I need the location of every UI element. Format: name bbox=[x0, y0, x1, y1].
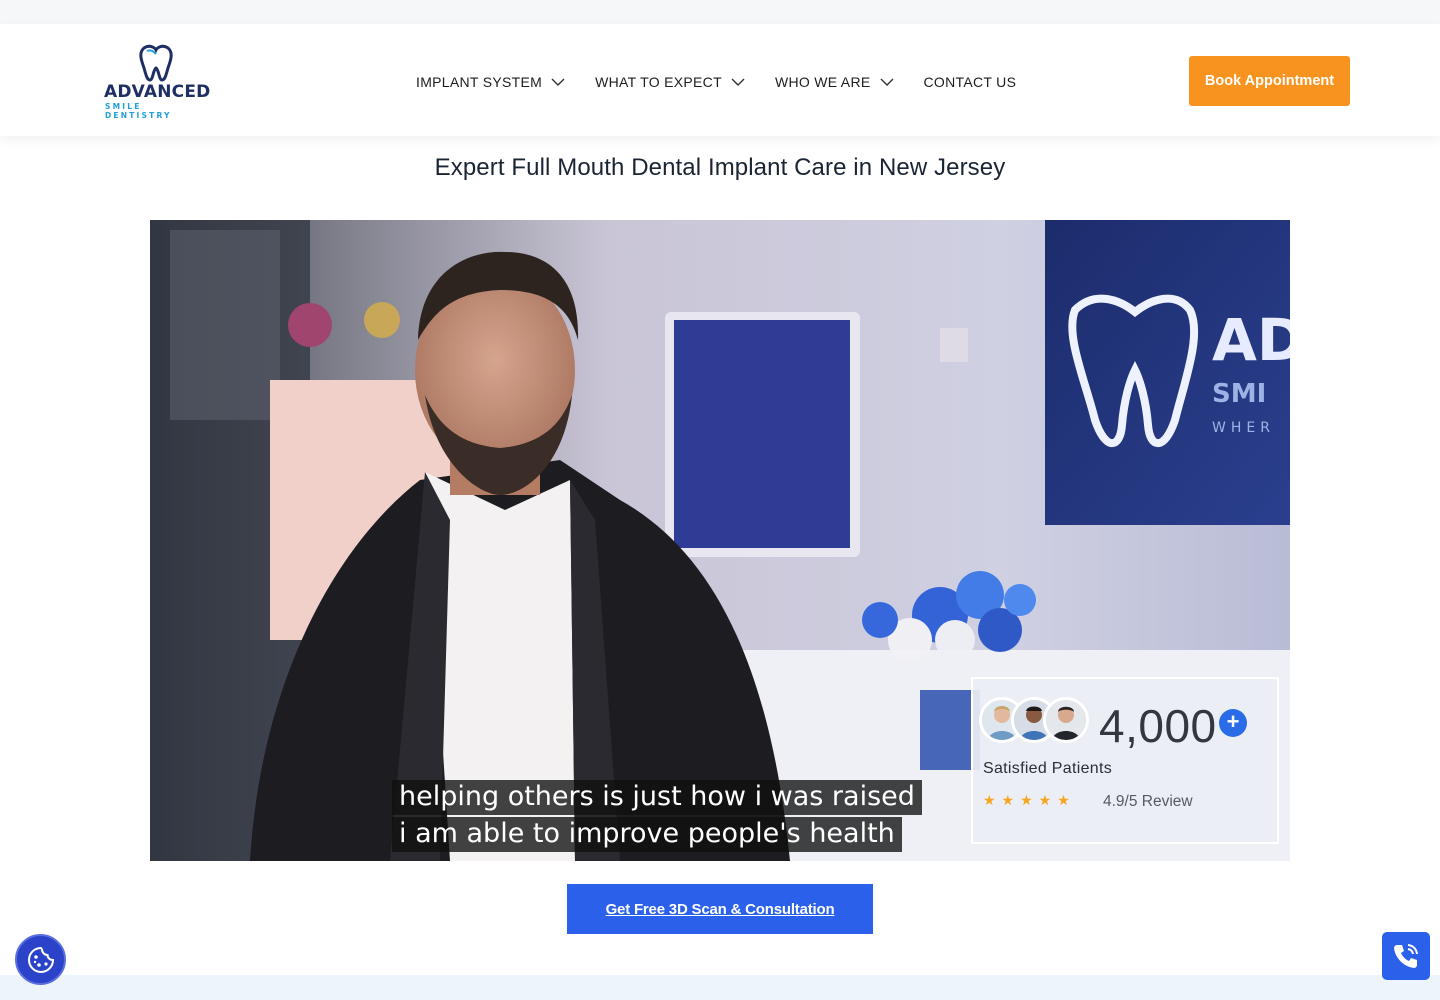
caption-line: helping others is just how i was raised bbox=[392, 780, 922, 815]
site-header: ADVANCED SMILE DENTISTRY IMPLANT SYSTEM … bbox=[0, 24, 1440, 136]
next-section-band bbox=[0, 975, 1440, 1000]
nav-label: CONTACT US bbox=[923, 74, 1017, 90]
top-strip bbox=[0, 0, 1440, 24]
video-player[interactable]: AD SMI WHER helping others is just how i… bbox=[150, 220, 1290, 861]
nav-label: IMPLANT SYSTEM bbox=[416, 74, 543, 90]
phone-call-icon bbox=[1394, 944, 1418, 968]
chevron-down-icon bbox=[551, 78, 565, 86]
patients-stats-card: 4,000 + Satisfied Patients ★★★★★ 4.9/5 R… bbox=[971, 677, 1279, 844]
free-consultation-button[interactable]: Get Free 3D Scan & Consultation bbox=[567, 884, 873, 934]
svg-text:WHER: WHER bbox=[1212, 420, 1275, 436]
tooth-logo-icon bbox=[139, 44, 173, 82]
nav-implant-system[interactable]: IMPLANT SYSTEM bbox=[416, 74, 565, 90]
review-score: 4.9/5 Review bbox=[1103, 793, 1193, 810]
star-rating-icon: ★★★★★ bbox=[983, 792, 1076, 808]
page-headline: Expert Full Mouth Dental Implant Care in… bbox=[434, 154, 1006, 181]
svg-text:AD: AD bbox=[1212, 306, 1290, 374]
satisfied-label: Satisfied Patients bbox=[983, 760, 1113, 777]
plus-badge: + bbox=[1219, 709, 1247, 737]
chevron-down-icon bbox=[880, 78, 893, 86]
cookie-settings-button[interactable] bbox=[15, 934, 66, 985]
nav-label: WHAT TO EXPECT bbox=[595, 74, 722, 90]
chevron-down-icon bbox=[731, 78, 745, 86]
brand-subtitle: SMILE DENTISTRY bbox=[105, 102, 172, 120]
svg-text:SMI: SMI bbox=[1212, 379, 1266, 409]
brand-logo[interactable]: ADVANCED SMILE DENTISTRY bbox=[104, 44, 212, 120]
caption-line: i am able to improve people's health bbox=[392, 817, 902, 852]
book-appointment-button[interactable]: Book Appointment bbox=[1189, 56, 1350, 106]
brand-name: ADVANCED bbox=[104, 82, 211, 102]
nav-label: WHO WE ARE bbox=[774, 74, 871, 90]
nav-contact-us[interactable]: CONTACT US bbox=[924, 74, 1017, 90]
patient-count: 4,000 bbox=[1099, 700, 1217, 752]
cookie-icon bbox=[27, 946, 55, 974]
nav-who-we-are[interactable]: WHO WE ARE bbox=[775, 74, 894, 90]
call-button[interactable] bbox=[1382, 932, 1430, 980]
avatar bbox=[1043, 697, 1089, 743]
main-nav: IMPLANT SYSTEM WHAT TO EXPECT WHO WE ARE… bbox=[416, 72, 1046, 92]
video-captions: helping others is just how i was raised … bbox=[392, 780, 922, 854]
patient-avatars bbox=[979, 697, 1091, 747]
nav-what-to-expect[interactable]: WHAT TO EXPECT bbox=[595, 74, 745, 90]
